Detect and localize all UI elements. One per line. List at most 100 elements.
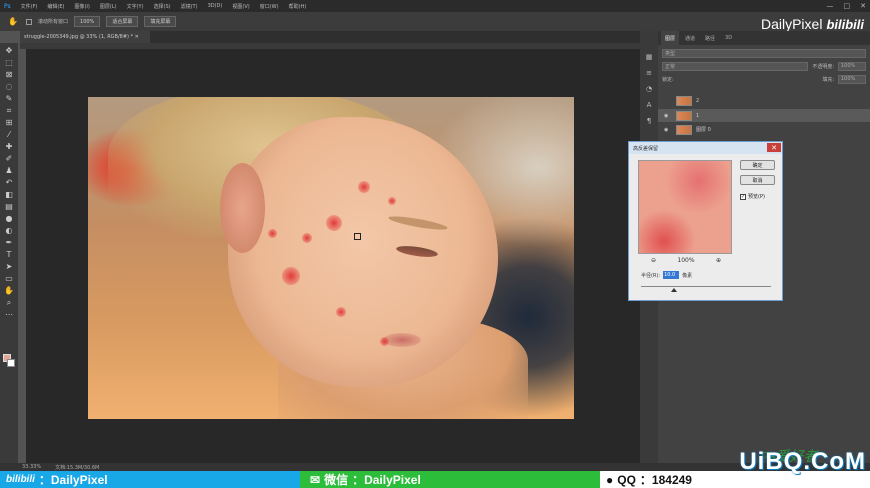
layer-name: 1: [696, 112, 700, 119]
hand-tool-icon-side[interactable]: ✋: [2, 285, 16, 296]
clone-stamp-tool-icon[interactable]: ♟: [2, 165, 16, 176]
photo-portrait[interactable]: [88, 97, 574, 419]
status-doc-size: 文档:15.3M/30.6M: [55, 464, 100, 471]
radius-slider-track[interactable]: [641, 286, 771, 287]
zoom-in-icon[interactable]: ⊕: [716, 257, 721, 264]
healing-brush-tool-icon[interactable]: ✚: [2, 141, 16, 152]
eye-icon[interactable]: ◉: [664, 113, 672, 119]
preview-zoom-row: ⊖ 100% ⊕: [651, 257, 721, 264]
window-controls: — □ ✕: [827, 0, 867, 12]
zoom-tool-icon[interactable]: ⌕: [2, 297, 16, 308]
tab-layers[interactable]: 图层: [661, 31, 680, 45]
dialog-close-button[interactable]: ✕: [767, 143, 781, 152]
gradient-tool-icon[interactable]: ▤: [2, 201, 16, 212]
fill-input[interactable]: 100%: [838, 74, 866, 84]
type-tool-icon[interactable]: T: [2, 249, 16, 260]
menu-edit[interactable]: 编辑(E): [47, 3, 64, 10]
layer-row-2[interactable]: 2: [658, 94, 870, 107]
blend-row: 正常 不透明度: 100%: [662, 61, 866, 71]
preview-checkbox-row[interactable]: ✓ 预览(P): [740, 193, 765, 200]
menu-window[interactable]: 窗口(W): [260, 3, 279, 10]
close-window-button[interactable]: ✕: [860, 2, 866, 10]
banner-wechat: ✉ 微信 ：DailyPixel: [300, 471, 600, 488]
layer-row-0[interactable]: ◉ 图层 0: [658, 123, 870, 136]
menu-select[interactable]: 选择(S): [154, 3, 171, 10]
frame-tool-icon[interactable]: ⊞: [2, 117, 16, 128]
photo-face: [228, 117, 498, 387]
tab-3d[interactable]: 3D: [721, 31, 736, 45]
fill-screen-button[interactable]: 填充屏幕: [144, 16, 177, 27]
character-panel-icon[interactable]: A: [647, 101, 652, 109]
pen-tool-icon[interactable]: ✒: [2, 237, 16, 248]
menu-filter[interactable]: 滤镜(T): [181, 3, 198, 10]
menu-layer[interactable]: 图层(L): [100, 3, 117, 10]
quick-select-tool-icon[interactable]: ✎: [2, 93, 16, 104]
blemish: [302, 233, 312, 243]
blend-mode-select[interactable]: 正常: [662, 61, 809, 71]
radius-unit: 像素: [682, 272, 693, 279]
lock-label: 锁定:: [662, 76, 674, 83]
brush-cursor: [354, 233, 361, 240]
fit-screen-button[interactable]: 适合屏幕: [106, 16, 139, 27]
artboard-tool-icon[interactable]: ⊠: [2, 69, 16, 80]
move-tool-icon[interactable]: ✥: [2, 45, 16, 56]
menu-type[interactable]: 文字(Y): [127, 3, 144, 10]
blemish: [268, 229, 277, 238]
status-zoom[interactable]: 33.33%: [22, 464, 41, 470]
zoom-out-icon[interactable]: ⊖: [651, 257, 656, 264]
marquee-tool-icon[interactable]: ⬚: [2, 57, 16, 68]
dialog-preview-image[interactable]: [638, 160, 732, 254]
minimize-button[interactable]: —: [827, 2, 834, 10]
document-tab[interactable]: struggle-2005349.jpg @ 33% (1, RGB/8#) *…: [20, 31, 150, 43]
menu-3d[interactable]: 3D(D): [208, 3, 223, 9]
layer-filter-row: 类型: [662, 48, 866, 58]
scroll-all-checkbox[interactable]: [26, 18, 32, 25]
hand-tool-icon[interactable]: ✋: [6, 16, 20, 27]
layer-row-1[interactable]: ◉ 1: [658, 109, 870, 122]
opacity-input[interactable]: 100%: [838, 61, 866, 71]
fill-label: 填充:: [822, 76, 834, 83]
preview-checkbox[interactable]: ✓: [740, 193, 746, 200]
radius-input[interactable]: 10.0: [663, 271, 680, 279]
layer-name: 2: [696, 97, 700, 104]
history-brush-tool-icon[interactable]: ↶: [2, 177, 16, 188]
menu-image[interactable]: 图像(I): [74, 3, 89, 10]
lasso-tool-icon[interactable]: ◌: [2, 81, 16, 92]
zoom-100-button[interactable]: 100%: [74, 16, 101, 27]
eyedropper-tool-icon[interactable]: ⁄: [2, 129, 16, 140]
menu-help[interactable]: 帮助(H): [289, 3, 307, 10]
radius-row: 半径(R): 10.0 像素: [641, 271, 692, 279]
history-panel-icon[interactable]: ▦: [646, 53, 653, 61]
tab-paths[interactable]: 路径: [701, 31, 719, 45]
layer-thumbnail: [676, 95, 692, 106]
ok-button[interactable]: 确定: [740, 160, 775, 170]
more-tools-icon[interactable]: ⋯: [2, 309, 16, 320]
background-color-swatch[interactable]: [7, 359, 15, 367]
radius-slider-thumb[interactable]: [670, 288, 677, 292]
layer-thumbnail: [676, 110, 692, 121]
paragraph-panel-icon[interactable]: ¶: [647, 117, 651, 125]
blur-tool-icon[interactable]: ●: [2, 213, 16, 224]
layer-name: 图层 0: [696, 127, 711, 133]
menu-view[interactable]: 视图(V): [232, 3, 249, 10]
options-bar: ✋ 滚动所有窗口 100% 适合屏幕 填充屏幕: [0, 12, 870, 31]
kind-filter-select[interactable]: 类型: [662, 48, 866, 58]
eye-icon[interactable]: ◉: [664, 127, 672, 133]
path-select-tool-icon[interactable]: ➤: [2, 261, 16, 272]
watermark-uibq: UiBQ.CoM: [739, 448, 866, 475]
layer-thumbnail: [676, 124, 692, 135]
cancel-button[interactable]: 取消: [740, 175, 775, 185]
menu-file[interactable]: 文件(F): [21, 3, 38, 10]
dodge-tool-icon[interactable]: ◐: [2, 225, 16, 236]
watermark-brand: DailyPixel: [760, 16, 823, 32]
maximize-button[interactable]: □: [844, 2, 851, 10]
eraser-tool-icon[interactable]: ◧: [2, 189, 16, 200]
canvas-area[interactable]: [26, 49, 640, 463]
crop-tool-icon[interactable]: ⌗: [2, 105, 16, 116]
properties-panel-icon[interactable]: ≡: [646, 69, 652, 77]
shape-tool-icon[interactable]: ▭: [2, 273, 16, 284]
tab-channels[interactable]: 通道: [681, 31, 699, 45]
adjust-panel-icon[interactable]: ◔: [646, 85, 652, 93]
blemish: [326, 215, 342, 231]
brush-tool-icon[interactable]: ✐: [2, 153, 16, 164]
